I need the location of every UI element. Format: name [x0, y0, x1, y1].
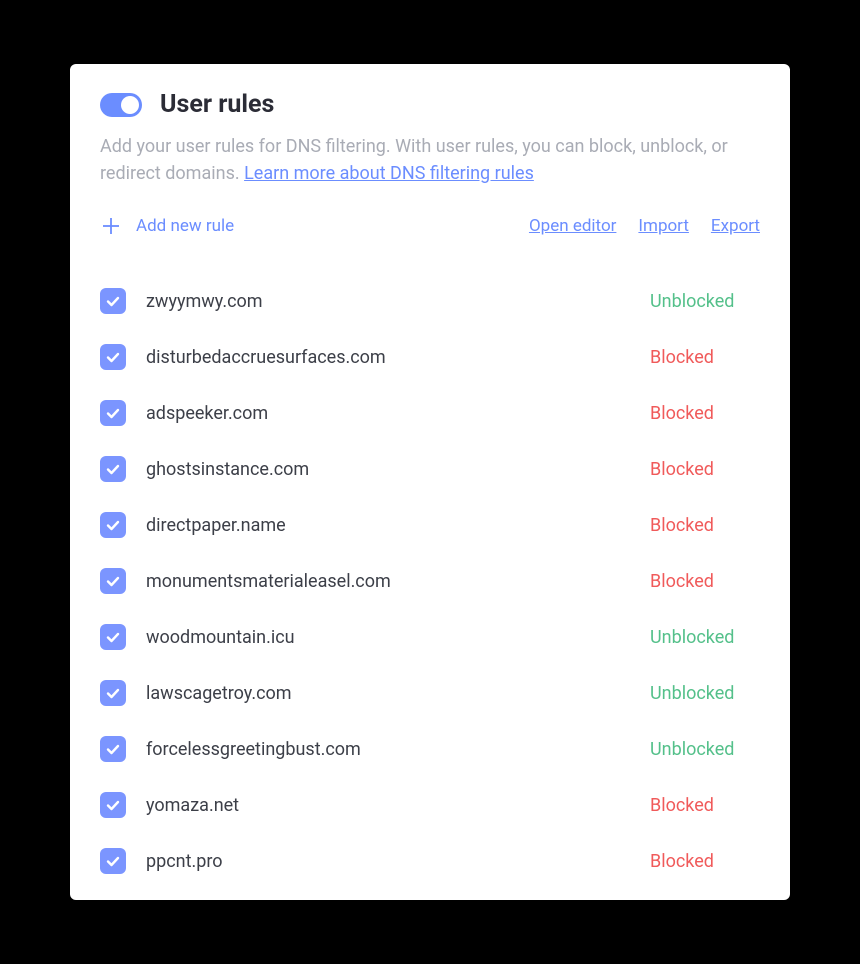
rule-checkbox[interactable]	[100, 792, 126, 818]
rule-domain: woodmountain.icu	[146, 627, 650, 648]
rule-row: forcelessgreetingbust.comUnblocked	[100, 721, 760, 777]
rule-row: directpaper.nameBlocked	[100, 497, 760, 553]
rule-checkbox[interactable]	[100, 400, 126, 426]
rule-checkbox[interactable]	[100, 568, 126, 594]
rule-domain: ppcnt.pro	[146, 851, 650, 872]
rule-checkbox[interactable]	[100, 512, 126, 538]
rule-checkbox[interactable]	[100, 344, 126, 370]
rule-checkbox[interactable]	[100, 680, 126, 706]
rule-status: Blocked	[650, 347, 760, 368]
rule-row: lawscagetroy.comUnblocked	[100, 665, 760, 721]
rule-row: zwyymwy.comUnblocked	[100, 273, 760, 329]
add-new-rule-button[interactable]: Add new rule	[100, 215, 234, 237]
user-rules-toggle[interactable]	[100, 93, 142, 117]
header-row: User rules	[100, 90, 760, 119]
plus-icon	[100, 215, 122, 237]
rule-status: Unblocked	[650, 291, 760, 312]
toggle-knob	[121, 96, 139, 114]
rule-domain: disturbedaccruesurfaces.com	[146, 347, 650, 368]
rules-list: zwyymwy.comUnblockeddisturbedaccruesurfa…	[100, 273, 760, 889]
export-link[interactable]: Export	[711, 216, 760, 236]
rule-row: ppcnt.proBlocked	[100, 833, 760, 889]
rule-checkbox[interactable]	[100, 848, 126, 874]
rule-status: Blocked	[650, 571, 760, 592]
rule-domain: directpaper.name	[146, 515, 650, 536]
rule-status: Unblocked	[650, 739, 760, 760]
add-new-rule-label: Add new rule	[136, 216, 234, 236]
rule-domain: forcelessgreetingbust.com	[146, 739, 650, 760]
user-rules-panel: User rules Add your user rules for DNS f…	[70, 64, 790, 900]
rule-checkbox[interactable]	[100, 288, 126, 314]
rule-status: Unblocked	[650, 683, 760, 704]
rule-row: woodmountain.icuUnblocked	[100, 609, 760, 665]
rule-row: monumentsmaterialeasel.comBlocked	[100, 553, 760, 609]
rule-status: Blocked	[650, 795, 760, 816]
rule-row: ghostsinstance.comBlocked	[100, 441, 760, 497]
rule-row: disturbedaccruesurfaces.comBlocked	[100, 329, 760, 385]
rule-status: Blocked	[650, 403, 760, 424]
page-title: User rules	[160, 90, 274, 119]
rule-checkbox[interactable]	[100, 736, 126, 762]
rule-domain: zwyymwy.com	[146, 291, 650, 312]
rule-domain: adspeeker.com	[146, 403, 650, 424]
rule-checkbox[interactable]	[100, 624, 126, 650]
rule-status: Blocked	[650, 515, 760, 536]
rule-status: Blocked	[650, 459, 760, 480]
rule-domain: monumentsmaterialeasel.com	[146, 571, 650, 592]
rule-status: Blocked	[650, 851, 760, 872]
rule-row: adspeeker.comBlocked	[100, 385, 760, 441]
open-editor-link[interactable]: Open editor	[529, 216, 616, 236]
rule-domain: ghostsinstance.com	[146, 459, 650, 480]
rule-status: Unblocked	[650, 627, 760, 648]
action-bar: Add new rule Open editor Import Export	[100, 215, 760, 237]
import-link[interactable]: Import	[638, 216, 689, 236]
rule-row: yomaza.netBlocked	[100, 777, 760, 833]
link-group: Open editor Import Export	[529, 216, 760, 236]
learn-more-link[interactable]: Learn more about DNS filtering rules	[244, 163, 534, 184]
rule-checkbox[interactable]	[100, 456, 126, 482]
rule-domain: yomaza.net	[146, 795, 650, 816]
description-text: Add your user rules for DNS filtering. W…	[100, 133, 760, 187]
rule-domain: lawscagetroy.com	[146, 683, 650, 704]
